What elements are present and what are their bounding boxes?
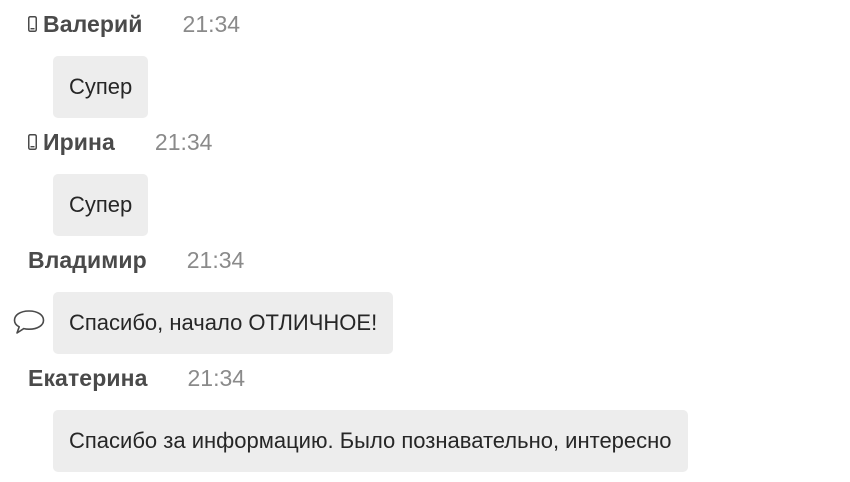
message-bubble: Спасибо за информацию. Было познавательн… <box>53 410 688 472</box>
message-time: 21:34 <box>187 364 246 391</box>
message-time: 21:34 <box>154 128 213 155</box>
message-header: Ирина 21:34 <box>28 126 212 158</box>
message-bubble: Спасибо, начало ОТЛИЧНОЕ! <box>53 292 394 354</box>
message-time: 21:34 <box>186 246 245 273</box>
message-bubble: Супер <box>53 174 149 236</box>
message-header: Валерий 21:34 <box>28 8 240 40</box>
mobile-phone-icon <box>28 16 37 32</box>
chat-message-list: Валерий 21:34 Супер Ирина 21:34 Супер Вл… <box>0 0 850 482</box>
message-author[interactable]: Владимир <box>28 247 147 274</box>
message-author[interactable]: Валерий <box>43 11 143 38</box>
message-bubble: Супер <box>53 56 149 118</box>
message-header: Екатерина 21:34 <box>28 362 245 394</box>
message-time: 21:34 <box>182 10 241 37</box>
message-author[interactable]: Екатерина <box>28 365 147 392</box>
mobile-phone-icon <box>28 134 37 150</box>
message-header: Владимир 21:34 <box>28 244 244 276</box>
message-author[interactable]: Ирина <box>43 129 115 156</box>
speech-bubble-icon[interactable] <box>12 308 46 336</box>
